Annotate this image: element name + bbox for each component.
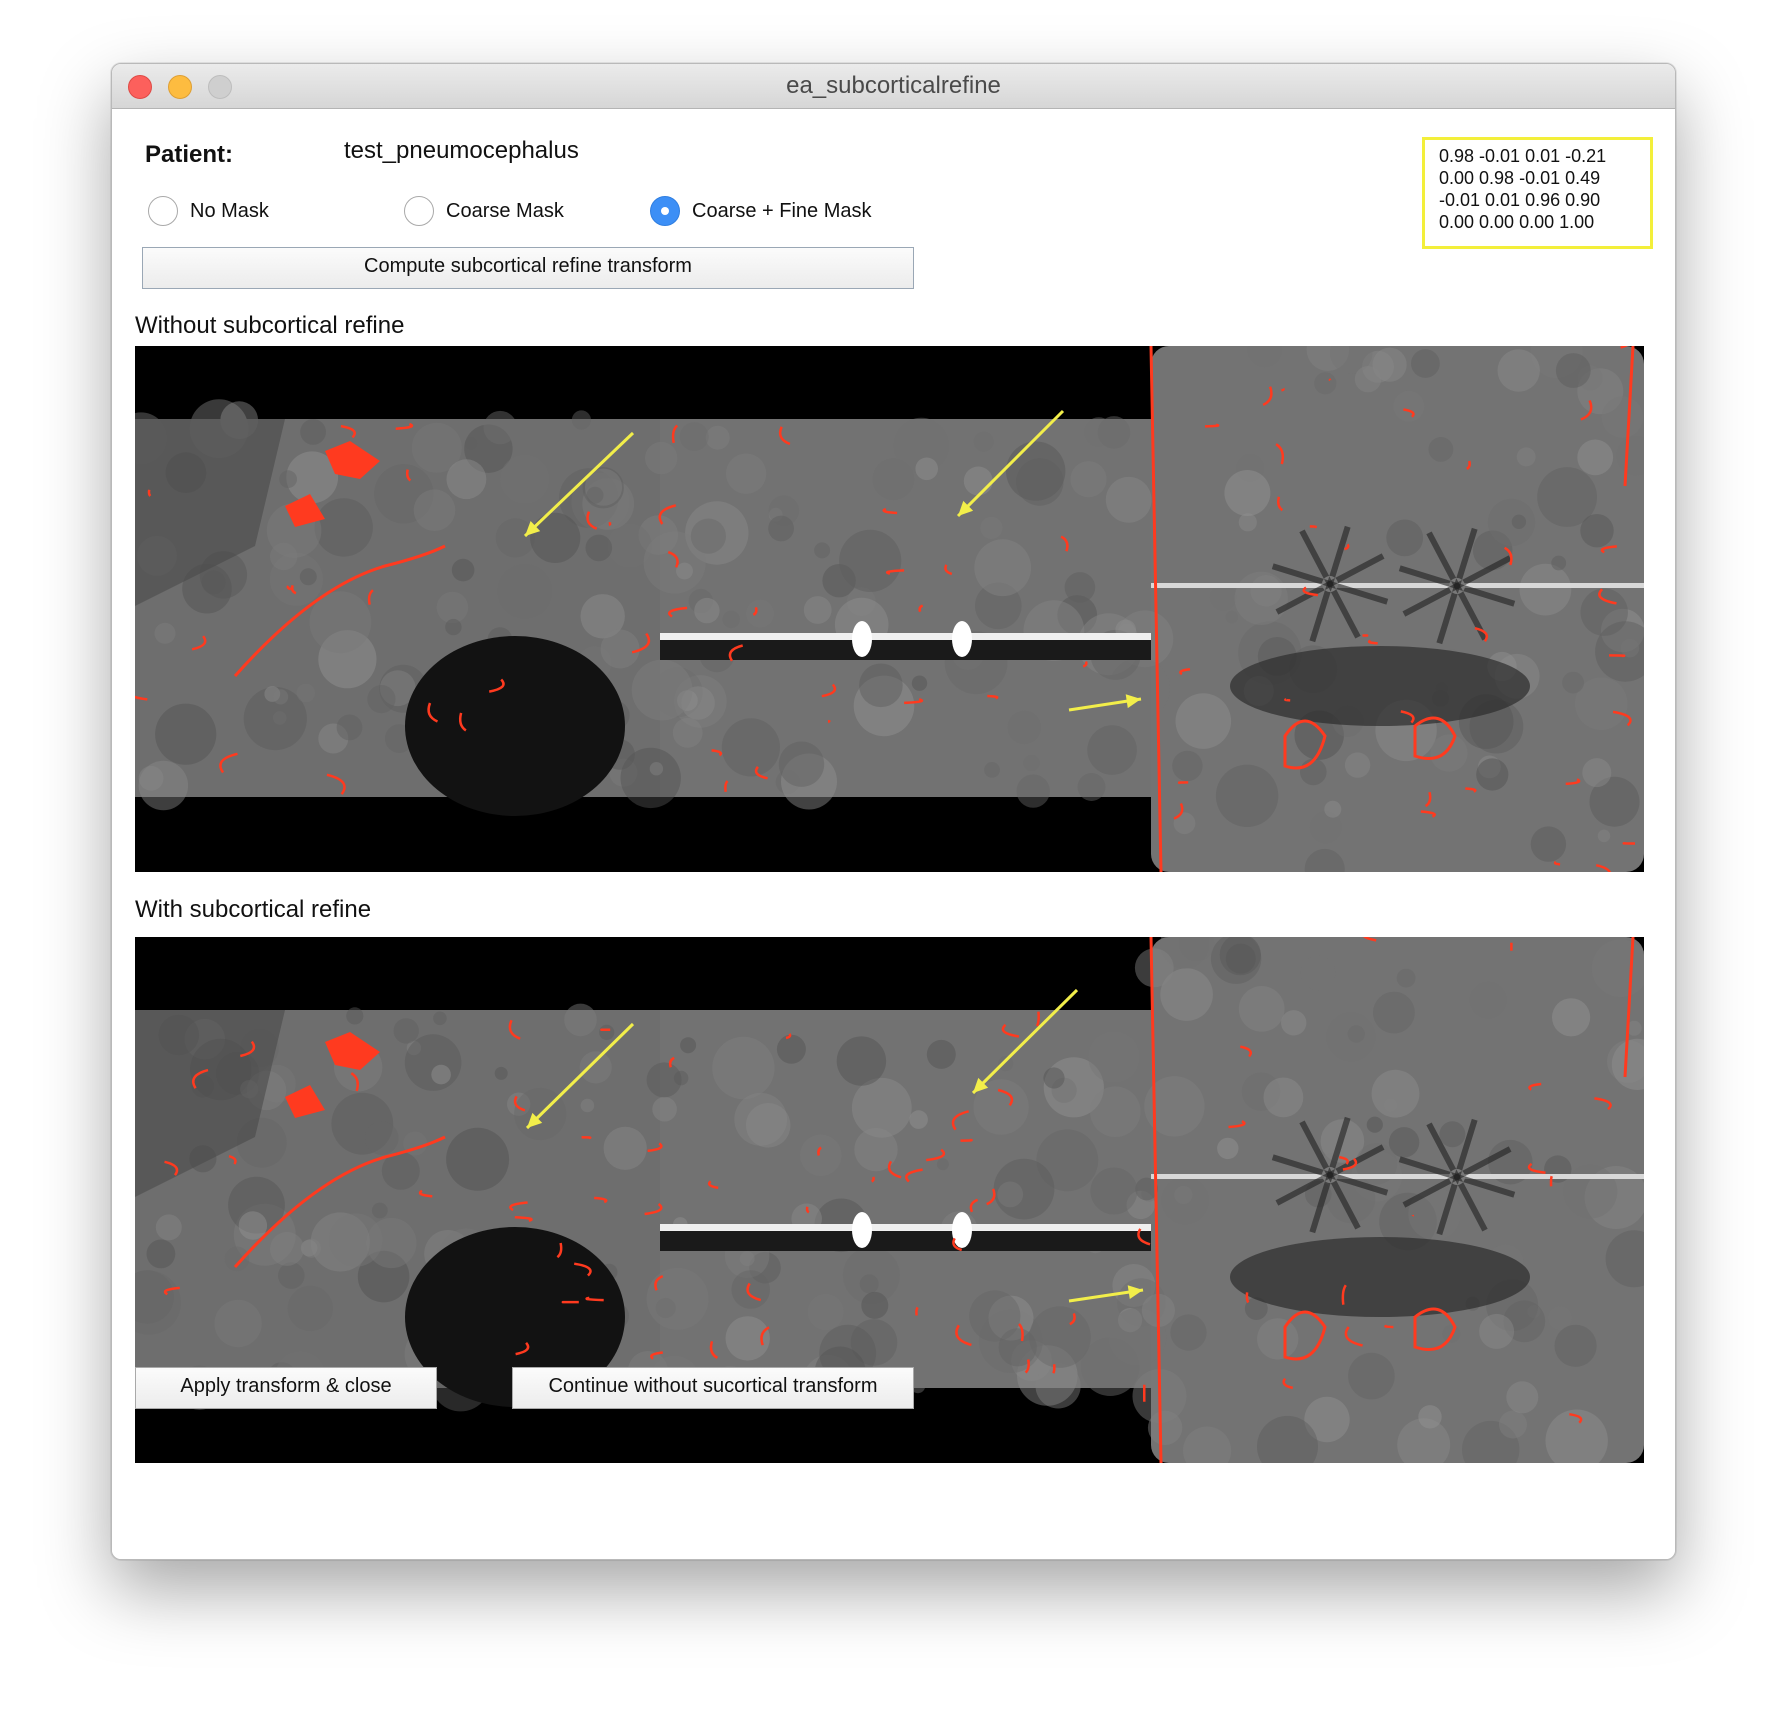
matrix-row: 0.00 0.00 0.00 1.00 xyxy=(1439,212,1595,232)
continue-without-transform-button[interactable]: Continue without sucortical transform xyxy=(512,1367,914,1409)
transform-matrix-display: 0.98 -0.01 0.01 -0.21 0.00 0.98 -0.01 0.… xyxy=(1422,137,1653,249)
matrix-row: 0.98 -0.01 0.01 -0.21 xyxy=(1439,146,1607,166)
radio-label: Coarse + Fine Mask xyxy=(692,199,872,222)
matrix-row: 0.00 0.98 -0.01 0.49 xyxy=(1439,168,1601,188)
radio-no-mask[interactable]: No Mask xyxy=(148,194,269,228)
app-window: ea_subcorticalrefine Patient: test_pneum… xyxy=(111,63,1676,1560)
title-bar: ea_subcorticalrefine xyxy=(112,64,1675,109)
radio-label: Coarse Mask xyxy=(446,199,564,222)
window-title: ea_subcorticalrefine xyxy=(786,72,1001,99)
section-label-without-refine: Without subcortical refine xyxy=(135,312,405,339)
radio-label: No Mask xyxy=(190,199,269,222)
apply-transform-button[interactable]: Apply transform & close xyxy=(135,1367,437,1409)
radio-coarse-fine-mask[interactable]: Coarse + Fine Mask xyxy=(650,194,872,228)
ct-overlay-view-without-refine xyxy=(135,346,1644,872)
compute-transform-button[interactable]: Compute subcortical refine transform xyxy=(142,247,914,289)
radio-indicator[interactable] xyxy=(404,196,434,226)
radio-coarse-mask[interactable]: Coarse Mask xyxy=(404,194,564,228)
patient-name: test_pneumocephalus xyxy=(344,137,579,164)
radio-indicator-selected[interactable] xyxy=(650,196,680,226)
section-label-with-refine: With subcortical refine xyxy=(135,896,372,923)
image-panel-without-refine xyxy=(135,346,1644,872)
radio-indicator[interactable] xyxy=(148,196,178,226)
matrix-row: -0.01 0.01 0.96 0.90 xyxy=(1439,190,1601,210)
patient-label: Patient: xyxy=(145,141,234,168)
dialog-content: Patient: test_pneumocephalus No Mask Coa… xyxy=(112,109,1675,1559)
